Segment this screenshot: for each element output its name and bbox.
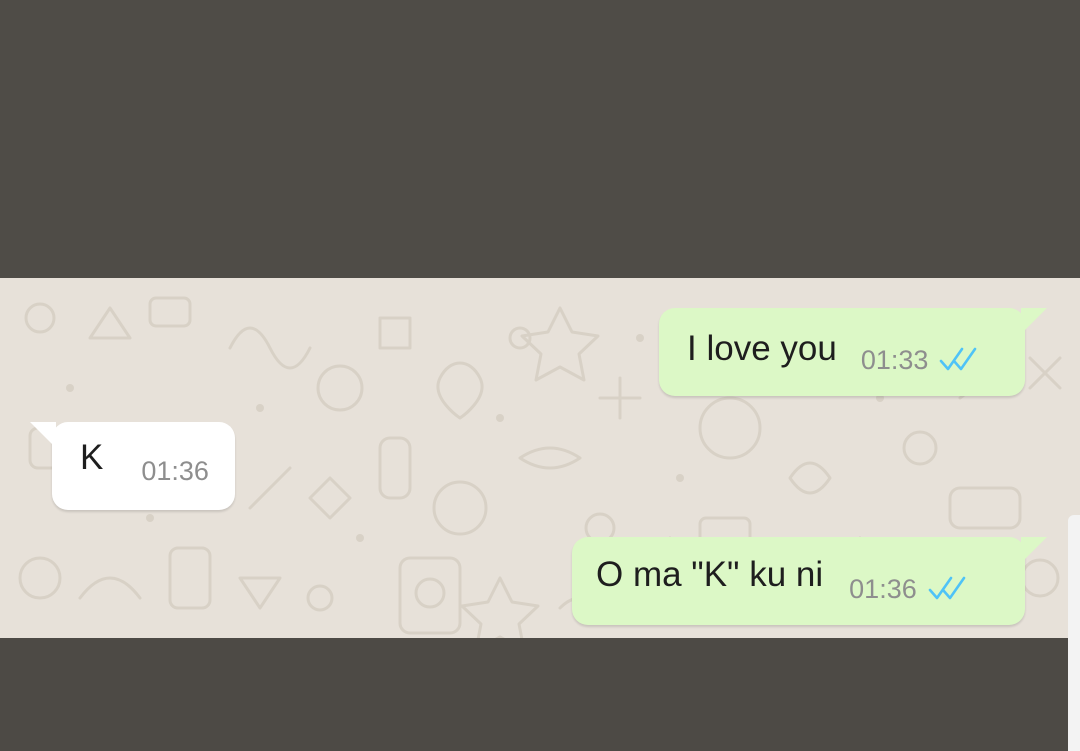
bottom-dark-band <box>0 638 1080 751</box>
bubble-tail <box>1021 537 1047 563</box>
message-text: K <box>80 438 104 477</box>
top-dark-band <box>0 0 1080 278</box>
bubble-tail <box>30 422 56 448</box>
double-check-icon <box>927 576 969 602</box>
message-bubble-outgoing[interactable]: I love you 01:33 <box>659 308 1047 396</box>
message-time: 01:36 <box>849 573 917 604</box>
message-bubble-outgoing[interactable]: O ma "K" ku ni 01:36 <box>572 537 1047 625</box>
double-check-icon <box>938 347 980 373</box>
message-bubble-incoming[interactable]: K 01:36 <box>30 422 235 510</box>
message-text: O ma "K" ku ni <box>596 555 824 594</box>
chat-area[interactable]: I love you 01:33 K 01:36 O ma "K" ku ni … <box>0 278 1080 638</box>
message-time: 01:36 <box>141 455 209 486</box>
message-time: 01:33 <box>860 344 929 375</box>
bubble-tail <box>1021 308 1047 334</box>
message-text: I love you <box>687 329 837 368</box>
edge-strip <box>1068 515 1080 751</box>
